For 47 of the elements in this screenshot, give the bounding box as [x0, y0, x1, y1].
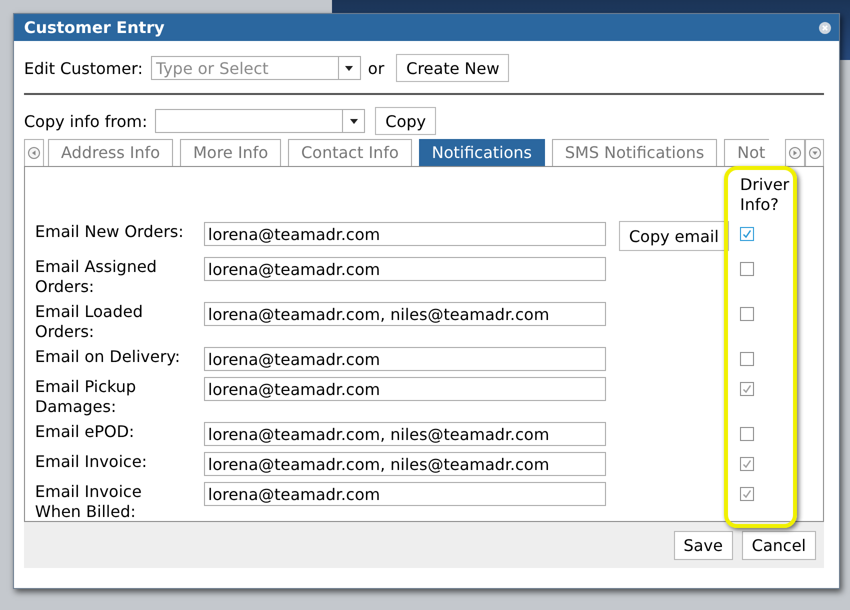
field-label: Email Invoice: — [35, 452, 148, 472]
checkbox[interactable] — [740, 262, 754, 276]
close-icon[interactable] — [819, 22, 831, 34]
checkbox[interactable] — [740, 382, 754, 396]
field-label: Email New Orders: — [35, 222, 185, 242]
tab-menu-button[interactable] — [805, 139, 824, 166]
field-label: Email Assigned Orders: — [35, 257, 158, 296]
email-field[interactable]: lorena@teamadr.com — [204, 377, 606, 401]
or-text: or — [368, 58, 384, 78]
email-field[interactable]: lorena@teamadr.com — [204, 347, 606, 371]
caret-icon[interactable] — [345, 66, 354, 70]
checkbox[interactable] — [740, 487, 754, 501]
tab[interactable]: Address Info — [48, 139, 174, 166]
checkbox[interactable] — [740, 427, 754, 441]
field-label: Email ePOD: — [35, 422, 136, 442]
customer-combo-field[interactable]: Type or Select — [150, 56, 361, 80]
tab[interactable]: Not — [724, 139, 770, 166]
field-label: Copy info from: — [24, 112, 148, 130]
email-field[interactable]: lorena@teamadr.com — [204, 482, 606, 506]
email-field[interactable]: lorena@teamadr.com, niles@teamadr.com — [204, 452, 606, 476]
create-new-button[interactable]: Create New — [396, 54, 510, 82]
email-field[interactable]: lorena@teamadr.com, niles@teamadr.com — [204, 302, 606, 326]
dialog-title: Customer Entry — [24, 18, 165, 37]
caret-icon[interactable] — [350, 118, 358, 124]
scroll-right-button[interactable] — [785, 139, 805, 166]
email-field[interactable]: lorena@teamadr.com, niles@teamadr.com — [204, 422, 606, 446]
cancel-button[interactable]: Cancel — [742, 531, 816, 560]
field-label: Email Pickup Damages: — [35, 377, 138, 416]
save-button[interactable]: Save — [674, 531, 733, 560]
field-label: Email Loaded Orders: — [35, 302, 144, 341]
tab[interactable]: More Info — [180, 139, 282, 166]
copy-button[interactable]: Copy — [375, 107, 436, 135]
checkbox[interactable] — [740, 457, 754, 471]
scroll-left-button[interactable] — [24, 139, 44, 166]
tab[interactable]: Contact Info — [288, 139, 412, 166]
tab[interactable]: SMS Notifications — [552, 139, 718, 166]
field-label: Email on Delivery: — [35, 347, 182, 366]
copy-from-combo-field[interactable] — [155, 109, 366, 133]
checkbox[interactable] — [740, 352, 754, 366]
checkbox[interactable] — [740, 227, 754, 241]
column-header: Driver Info? — [740, 175, 790, 214]
tab[interactable]: Notifications — [418, 139, 545, 166]
email-field[interactable]: lorena@teamadr.com — [204, 222, 606, 246]
field-label: Email Invoice When Billed: — [35, 482, 143, 521]
email-field[interactable]: lorena@teamadr.com — [204, 257, 606, 281]
checkbox[interactable] — [740, 307, 754, 321]
field-label: Edit Customer: — [24, 58, 143, 78]
